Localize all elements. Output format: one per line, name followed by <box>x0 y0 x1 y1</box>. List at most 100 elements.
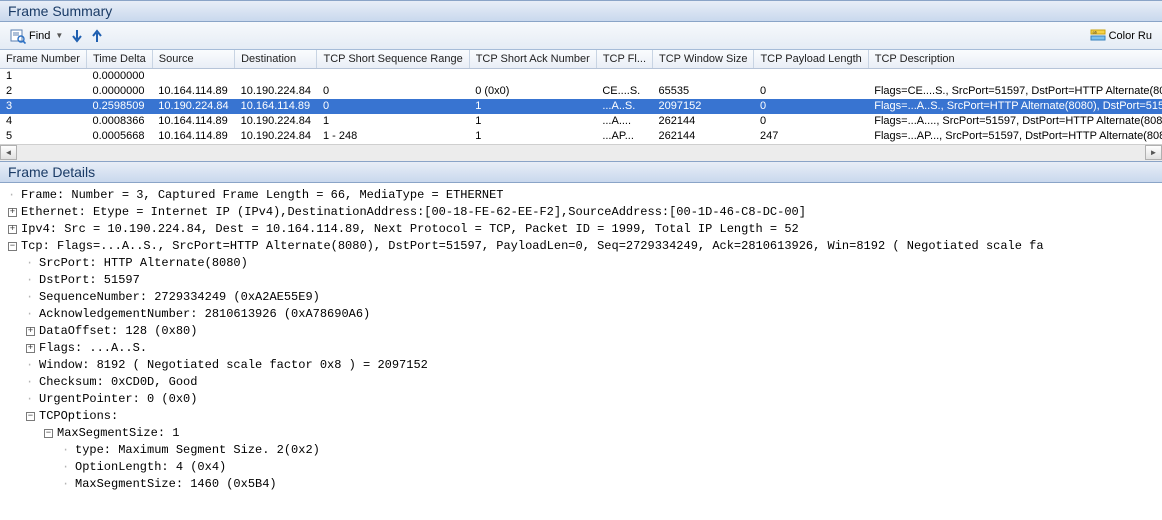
tree-node-text: DataOffset: 128 (0x80) <box>39 324 197 338</box>
cell <box>653 69 754 84</box>
tree-node[interactable]: + Ipv4: Src = 10.190.224.84, Dest = 10.16… <box>4 221 1158 238</box>
tree-node-text: Frame: Number = 3, Captured Frame Length… <box>21 188 503 202</box>
column-header[interactable]: TCP Window Size <box>653 50 754 69</box>
tree-node-text: Ipv4: Src = 10.190.224.84, Dest = 10.164… <box>21 222 799 236</box>
tree-node[interactable]: ·Checksum: 0xCD0D, Good <box>4 374 1158 391</box>
cell: ...A.... <box>596 114 652 129</box>
table-row[interactable]: 30.259850910.190.224.8410.164.114.8901..… <box>0 99 1162 114</box>
cell: 0 <box>754 84 868 99</box>
table-row[interactable]: 20.000000010.164.114.8910.190.224.8400 (… <box>0 84 1162 99</box>
cell: 0 <box>754 114 868 129</box>
svg-text:ab: ab <box>1092 29 1097 34</box>
tree-node[interactable]: · OptionLength: 4 (0x4) <box>4 459 1158 476</box>
tree-guide: · <box>26 374 35 391</box>
tree-node[interactable]: +Flags: ...A..S. <box>4 340 1158 357</box>
scroll-right-icon[interactable]: ► <box>1145 145 1162 160</box>
tree-node[interactable]: ·SequenceNumber: 2729334249 (0xA2AE55E9) <box>4 289 1158 306</box>
tree-node[interactable]: ·UrgentPointer: 0 (0x0) <box>4 391 1158 408</box>
tree-guide: · <box>62 442 71 459</box>
tree-guide: · <box>8 187 17 204</box>
cell: 0 <box>754 99 868 114</box>
frame-summary-grid[interactable]: Frame NumberTime DeltaSourceDestinationT… <box>0 50 1162 144</box>
frame-details-header: Frame Details <box>0 161 1162 183</box>
cell <box>596 69 652 84</box>
cell: 3 <box>0 99 86 114</box>
cell: 0.0000000 <box>86 84 152 99</box>
cell: 10.164.114.89 <box>152 84 234 99</box>
cell: 0.0008366 <box>86 114 152 129</box>
tree-node[interactable]: · Frame: Number = 3, Captured Frame Lengt… <box>4 187 1158 204</box>
tree-guide: · <box>26 306 35 323</box>
cell: 2 <box>0 84 86 99</box>
tree-node-text: TCPOptions: <box>39 409 118 423</box>
cell: 10.190.224.84 <box>235 114 317 129</box>
color-rules-icon: ab <box>1090 28 1106 44</box>
cell: ...AP... <box>596 129 652 144</box>
scroll-left-icon[interactable]: ◄ <box>0 145 17 160</box>
dropdown-arrow-icon: ▼ <box>55 31 63 40</box>
column-header[interactable]: TCP Description <box>868 50 1162 69</box>
expand-icon[interactable]: + <box>8 225 17 234</box>
collapse-icon[interactable]: − <box>26 412 35 421</box>
column-header[interactable]: TCP Fl... <box>596 50 652 69</box>
table-row[interactable]: 40.000836610.164.114.8910.190.224.8411..… <box>0 114 1162 129</box>
cell <box>317 69 469 84</box>
tree-node[interactable]: +Ethernet: Etype = Internet IP (IPv4),De… <box>4 204 1158 221</box>
find-button[interactable]: Find ▼ <box>6 26 67 46</box>
expand-icon[interactable]: + <box>8 208 17 217</box>
cell: 10.190.224.84 <box>152 99 234 114</box>
cell: Flags=CE....S., SrcPort=51597, DstPort=H… <box>868 84 1162 99</box>
expand-icon[interactable]: + <box>26 344 35 353</box>
column-header[interactable]: TCP Short Ack Number <box>469 50 596 69</box>
column-header[interactable]: Time Delta <box>86 50 152 69</box>
column-header[interactable]: Destination <box>235 50 317 69</box>
tree-node[interactable]: · type: Maximum Segment Size. 2(0x2) <box>4 442 1158 459</box>
collapse-icon[interactable]: − <box>8 242 17 251</box>
column-header[interactable]: TCP Payload Length <box>754 50 868 69</box>
tree-node[interactable]: −Tcp: Flags=...A..S., SrcPort=HTTP Alter… <box>4 238 1158 255</box>
summary-toolbar: Find ▼ ab Color Ru <box>0 22 1162 50</box>
tree-guide: · <box>62 459 71 476</box>
tree-node[interactable]: ·SrcPort: HTTP Alternate(8080) <box>4 255 1158 272</box>
tree-node[interactable]: ·Window: 8192 ( Negotiated scale factor … <box>4 357 1158 374</box>
find-icon <box>10 28 26 44</box>
tree-node[interactable]: ·DstPort: 51597 <box>4 272 1158 289</box>
tree-guide: · <box>26 357 35 374</box>
expand-icon[interactable]: + <box>26 327 35 336</box>
cell: 0 <box>317 99 469 114</box>
collapse-icon[interactable]: − <box>44 429 53 438</box>
cell: 1 <box>469 99 596 114</box>
tree-node[interactable]: −TCPOptions: <box>4 408 1158 425</box>
horizontal-scrollbar[interactable]: ◄ ► <box>0 144 1162 161</box>
cell: Flags=...AP..., SrcPort=51597, DstPort=H… <box>868 129 1162 144</box>
frame-summary-header: Frame Summary <box>0 0 1162 22</box>
cell: 10.190.224.84 <box>235 129 317 144</box>
cell <box>235 69 317 84</box>
cell: 2097152 <box>653 99 754 114</box>
cell: 0.2598509 <box>86 99 152 114</box>
arrow-down-button[interactable] <box>67 27 87 45</box>
column-header[interactable]: TCP Short Sequence Range <box>317 50 469 69</box>
column-header[interactable]: Source <box>152 50 234 69</box>
cell: 5 <box>0 129 86 144</box>
table-row[interactable]: 10.0000000 <box>0 69 1162 84</box>
tree-node-text: Tcp: Flags=...A..S., SrcPort=HTTP Altern… <box>21 239 1044 253</box>
column-header-row[interactable]: Frame NumberTime DeltaSourceDestinationT… <box>0 50 1162 69</box>
arrow-up-icon <box>91 29 103 43</box>
column-header[interactable]: Frame Number <box>0 50 86 69</box>
tree-node[interactable]: + DataOffset: 128 (0x80) <box>4 323 1158 340</box>
arrow-down-icon <box>71 29 83 43</box>
tree-node[interactable]: ·MaxSegmentSize: 1460 (0x5B4) <box>4 476 1158 493</box>
cell: 1 <box>469 114 596 129</box>
table-row[interactable]: 50.000566810.164.114.8910.190.224.841 - … <box>0 129 1162 144</box>
frame-details-tree[interactable]: · Frame: Number = 3, Captured Frame Lengt… <box>0 183 1162 501</box>
tree-node[interactable]: −MaxSegmentSize: 1 <box>4 425 1158 442</box>
tree-node[interactable]: ·AcknowledgementNumber: 2810613926 (0xA7… <box>4 306 1158 323</box>
arrow-up-button[interactable] <box>87 27 107 45</box>
cell: CE....S. <box>596 84 652 99</box>
cell <box>469 69 596 84</box>
tree-node-text: type: Maximum Segment Size. 2(0x2) <box>75 443 320 457</box>
color-rules-button[interactable]: ab Color Ru <box>1086 26 1156 46</box>
tree-node-text: UrgentPointer: 0 (0x0) <box>39 392 197 406</box>
tree-node-text: OptionLength: 4 (0x4) <box>75 460 226 474</box>
